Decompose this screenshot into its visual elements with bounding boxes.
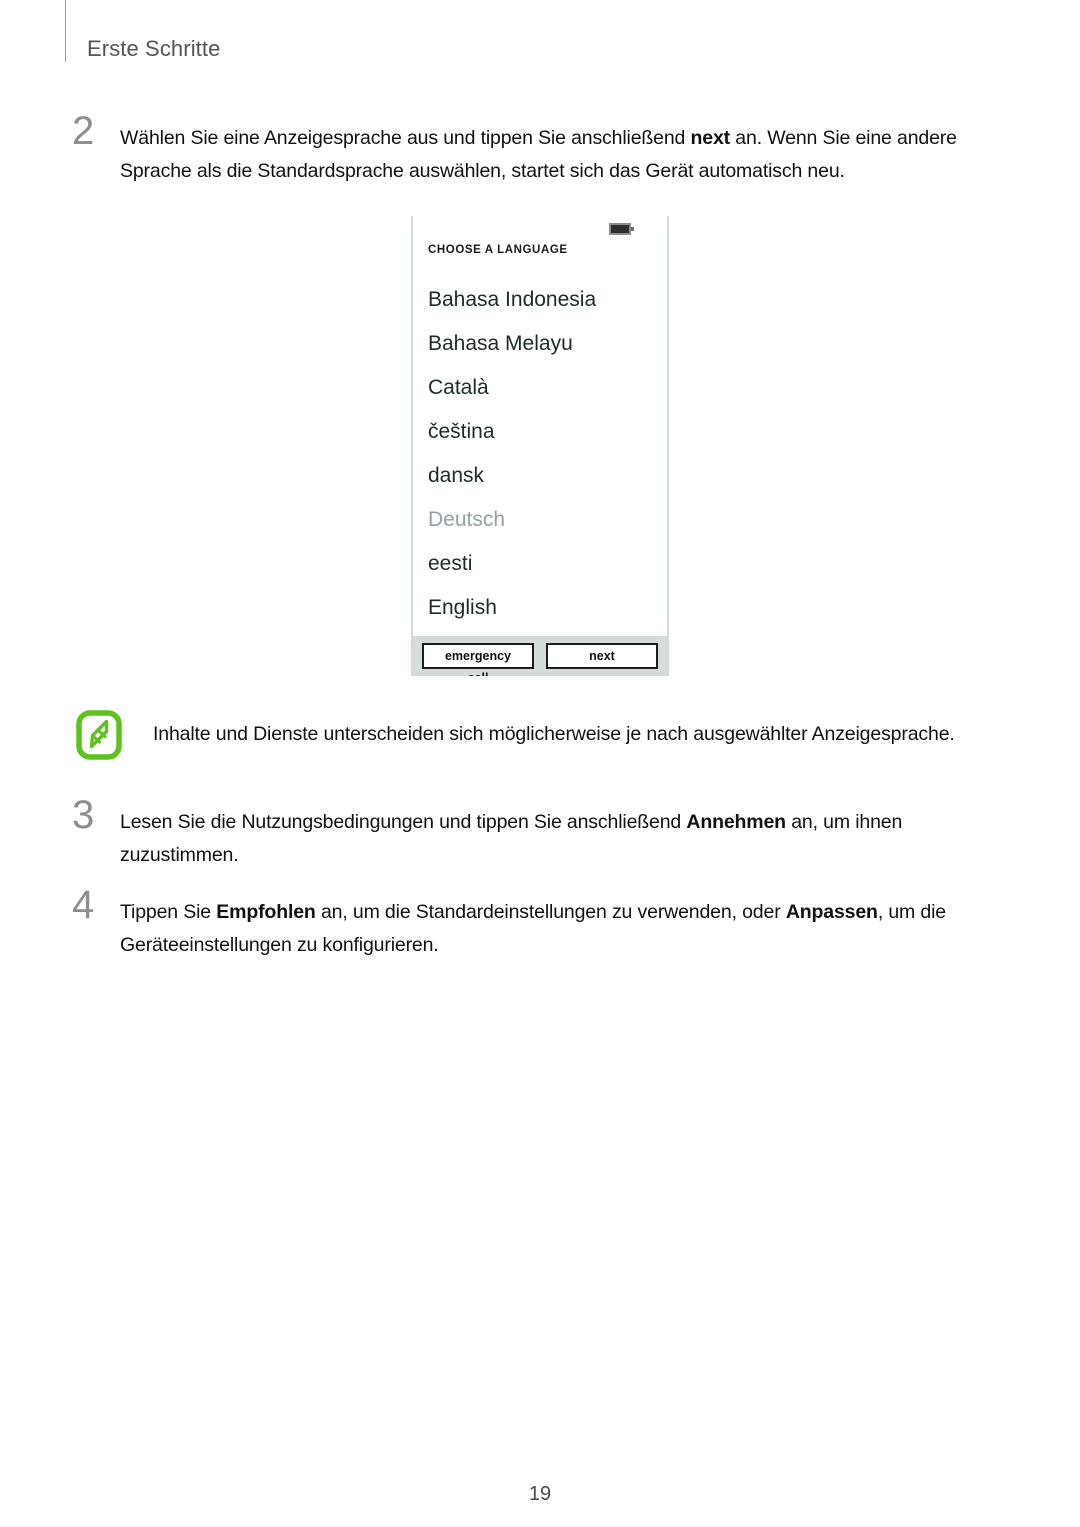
plain-text: Tippen Sie — [120, 901, 217, 923]
header-divider-rule — [65, 0, 66, 62]
language-item[interactable]: Bahasa Melayu — [413, 322, 667, 366]
step-number: 3 — [72, 793, 95, 837]
device-status-bar — [413, 216, 667, 242]
emphasis-text: Anpassen — [785, 901, 878, 923]
emergency-call-button[interactable]: emergency call — [422, 643, 534, 676]
language-list: Bahasa Indonesia Bahasa Melayu Català češti… — [413, 278, 667, 630]
plain-text: Lesen Sie die Nutzungsbedingungen und ti… — [120, 811, 687, 833]
language-item[interactable]: Català — [413, 366, 667, 410]
page-title: Erste Schritte — [87, 36, 221, 61]
note-callout: Inhalte und Dienste unterscheiden sich m… — [76, 710, 992, 760]
emphasis-text: Empfohlen — [216, 901, 316, 923]
choose-a-language-title: CHOOSE A LANGUAGE — [428, 244, 568, 256]
next-button[interactable]: next — [546, 643, 658, 669]
note-pen-icon — [76, 710, 122, 760]
step-text: Wählen Sie eine Anzeigesprache aus und t… — [120, 122, 992, 188]
battery-icon — [609, 223, 634, 235]
language-item[interactable]: eesti — [413, 542, 667, 586]
step-item-4: 4 Tippen Sie Empfohlen an, um die Standa… — [72, 885, 992, 962]
language-item[interactable]: English — [413, 586, 667, 630]
step-number: 4 — [72, 883, 95, 927]
emphasis-text: next — [690, 127, 731, 149]
step-item-3: 3 Lesen Sie die Nutzungsbedingungen und … — [72, 795, 992, 872]
step-item-2: 2 Wählen Sie eine Anzeigesprache aus und… — [72, 111, 992, 188]
language-item[interactable]: čeština — [413, 410, 667, 454]
plain-text: Wählen Sie eine Anzeigesprache aus und t… — [120, 127, 691, 149]
device-screenshot: CHOOSE A LANGUAGE Bahasa Indonesia Bahasa… — [411, 216, 669, 676]
device-button-bar: emergency call next — [413, 636, 667, 676]
step-text: Lesen Sie die Nutzungsbedingungen und ti… — [120, 806, 992, 872]
step-text: Tippen Sie Empfohlen an, um die Standard… — [120, 896, 992, 962]
page-header: Erste Schritte — [0, 0, 1080, 70]
language-item[interactable]: dansk — [413, 454, 667, 498]
plain-text: an, um die Standardeinstellungen zu verw… — [315, 901, 786, 923]
page-number: 19 — [528, 1483, 552, 1505]
language-item[interactable]: Bahasa Indonesia — [413, 278, 667, 322]
language-item-selected[interactable]: Deutsch — [413, 498, 667, 542]
note-text: Inhalte und Dienste unterscheiden sich m… — [153, 723, 955, 745]
emphasis-text: Annehmen — [686, 811, 786, 833]
step-number: 2 — [72, 109, 95, 153]
